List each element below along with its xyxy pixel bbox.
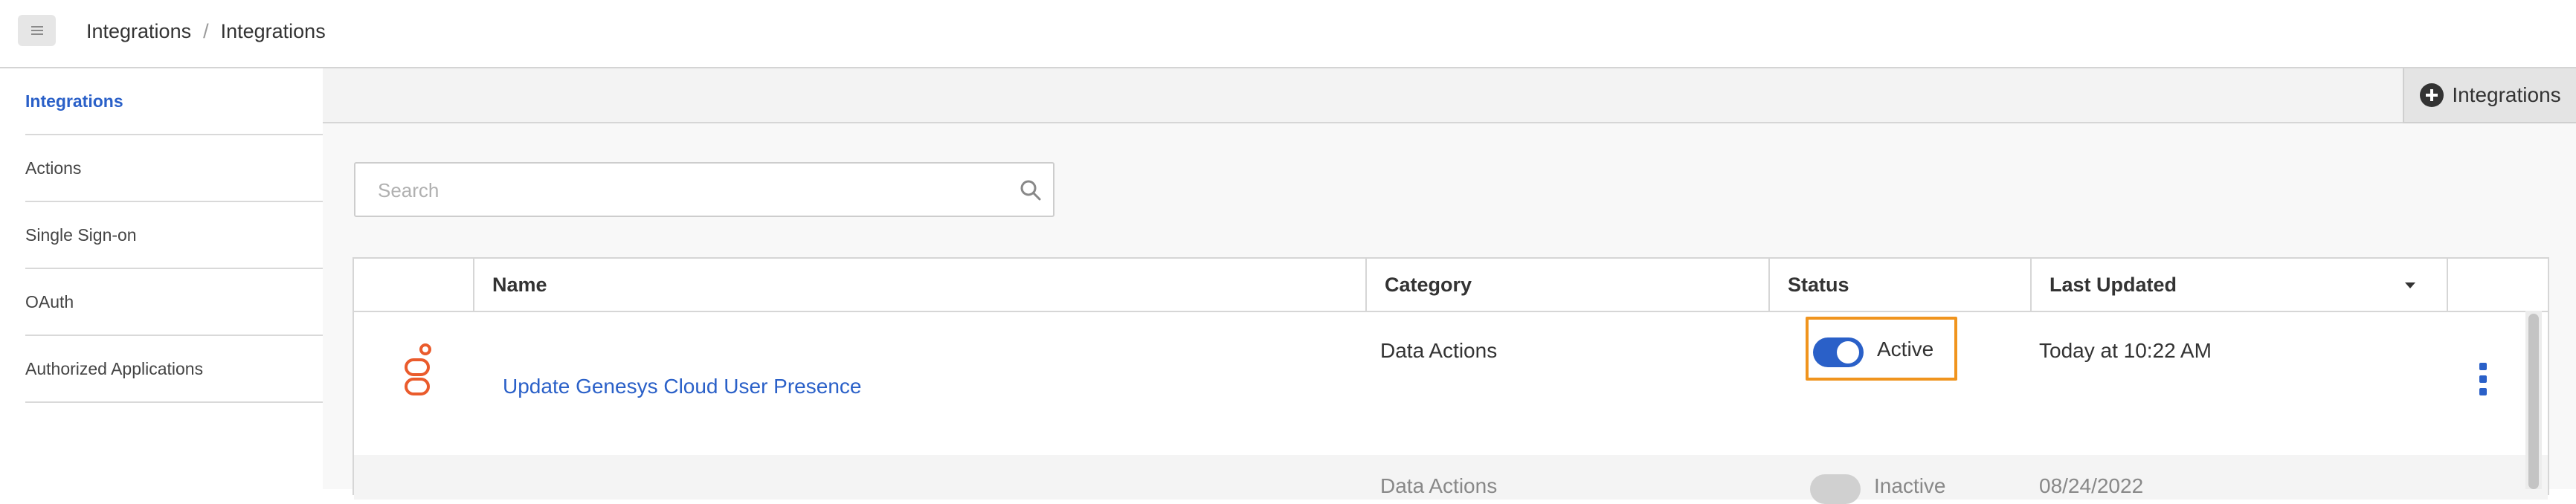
sidebar-item-actions[interactable]: Actions [25, 135, 323, 202]
search-box [354, 162, 1054, 217]
status-toggle[interactable] [1813, 337, 1864, 367]
hamburger-icon [30, 26, 43, 35]
toggle-knob [1837, 341, 1859, 364]
sidebar-item-single-sign-on[interactable]: Single Sign-on [25, 202, 323, 269]
integration-category: Data Actions [1380, 339, 1498, 362]
column-header-logo [354, 259, 473, 311]
table-row[interactable]: Update Genesys Cloud User Presence Data … [354, 312, 2548, 455]
table-scrollbar[interactable] [2525, 311, 2542, 489]
column-header-name[interactable]: Name [473, 259, 1365, 311]
column-header-status[interactable]: Status [1768, 259, 2030, 311]
sidebar-item-label: Single Sign-on [25, 224, 137, 245]
sidebar-item-label: OAuth [25, 291, 74, 311]
status-label: Active [1877, 337, 1934, 361]
column-header-last-updated[interactable]: Last Updated [2030, 259, 2447, 311]
scrollbar-thumb[interactable] [2528, 314, 2539, 489]
sidebar-item-authorized-applications[interactable]: Authorized Applications [25, 336, 323, 403]
breadcrumb-separator: / [203, 19, 209, 42]
last-updated-value: Today at 10:22 AM [2039, 339, 2212, 362]
sidebar-item-integrations[interactable]: Integrations [25, 68, 323, 135]
table-header: Name Category Status Last Updated [354, 259, 2548, 312]
sidebar-item-label: Integrations [25, 91, 123, 111]
menu-toggle-button[interactable] [18, 15, 56, 46]
column-header-category[interactable]: Category [1365, 259, 1768, 311]
more-options-icon[interactable] [2478, 361, 2488, 397]
sidebar-item-label: Authorized Applications [25, 358, 204, 378]
status-cell-highlight: Active [1806, 317, 1957, 381]
sidebar: Integrations Actions Single Sign-on OAut… [0, 68, 323, 489]
sidebar-item-oauth[interactable]: OAuth [25, 269, 323, 336]
breadcrumb-item-2: Integrations [220, 19, 326, 42]
search-input[interactable] [376, 174, 986, 207]
top-header: Integrations / Integrations [0, 0, 2576, 68]
plus-circle-icon [2420, 83, 2444, 107]
sidebar-item-label: Actions [25, 158, 82, 178]
last-updated-value: 08/24/2022 [2039, 474, 2144, 497]
sort-descending-icon[interactable] [2403, 281, 2417, 290]
breadcrumb-item-1[interactable]: Integrations [86, 20, 191, 43]
add-integration-label: Integrations [2452, 83, 2561, 106]
column-header-actions [2447, 259, 2548, 311]
toolbar: Integrations [323, 68, 2576, 123]
status-label: Inactive [1874, 474, 1946, 497]
table-row[interactable]: Data Actions Inactive 08/24/2022 [354, 455, 2548, 504]
integration-name-link[interactable]: Update Genesys Cloud User Presence [503, 375, 861, 398]
status-toggle[interactable] [1810, 474, 1861, 504]
integrations-table: Name Category Status Last Updated Update… [352, 257, 2549, 504]
main-content: Integrations Name Category Status Last U… [323, 68, 2576, 504]
search-icon[interactable] [1019, 178, 1043, 202]
integration-category: Data Actions [1380, 474, 1498, 497]
breadcrumb: Integrations / Integrations [86, 16, 326, 46]
add-integration-button[interactable]: Integrations [2403, 68, 2576, 123]
genesys-logo-icon [405, 343, 431, 395]
